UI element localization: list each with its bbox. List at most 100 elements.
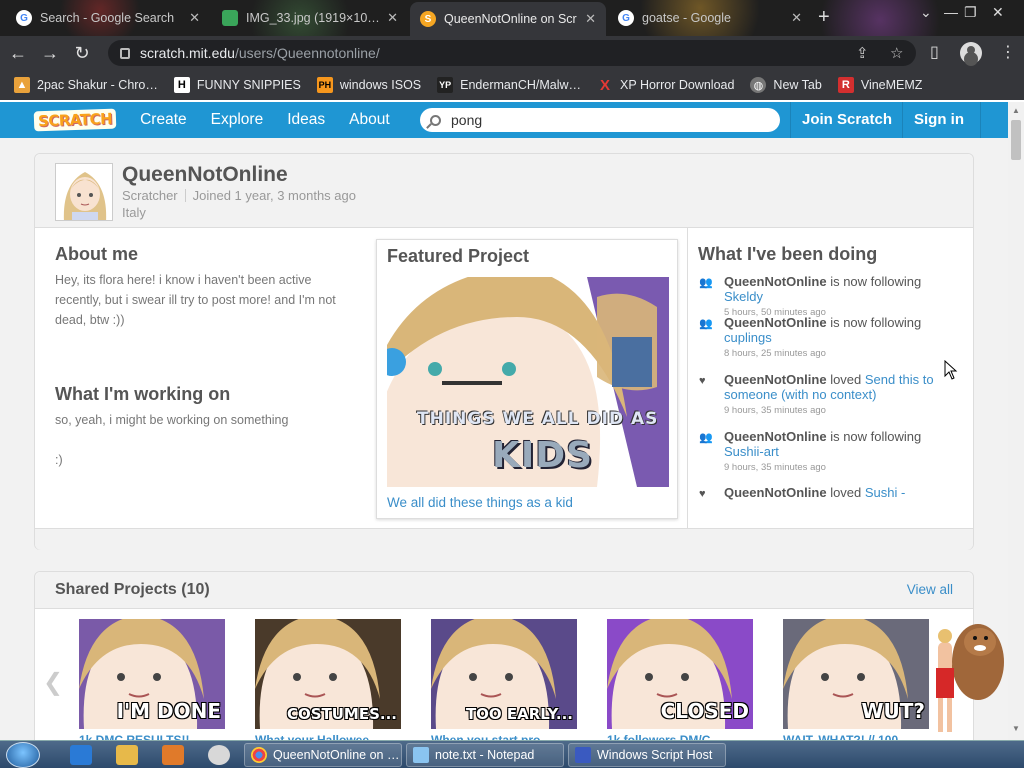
taskbar-task-chrome[interactable]: QueenNotOnline on …: [244, 743, 402, 767]
scroll-up-icon[interactable]: ▲: [1012, 106, 1020, 115]
activity-action: loved: [830, 372, 862, 387]
user-avatar[interactable]: [55, 163, 113, 221]
chevron-down-icon[interactable]: ⌄: [920, 4, 932, 21]
heart-icon: ♥: [699, 488, 706, 500]
reload-icon[interactable]: ↻: [68, 43, 96, 64]
join-scratch-link[interactable]: Join Scratch: [802, 111, 892, 128]
page-scrollbar[interactable]: ▲ ▼: [1008, 102, 1024, 740]
task-label: Windows Script Host: [597, 748, 713, 762]
profile-avatar-icon[interactable]: [960, 42, 982, 64]
search-icon: [430, 114, 441, 126]
bookmark-item[interactable]: H FUNNY SNIPPIES: [173, 77, 301, 93]
profile-header: QueenNotOnline Scratcher Joined 1 year, 3…: [35, 154, 973, 228]
ph-logo-icon: PH: [316, 77, 333, 93]
search-box[interactable]: [420, 108, 780, 132]
close-icon[interactable]: ✕: [783, 10, 802, 26]
start-button[interactable]: [6, 742, 40, 768]
shared-projects-card: Shared Projects (10) View all ❮ I'M DONE…: [34, 571, 974, 742]
nav-ideas[interactable]: Ideas: [287, 111, 325, 129]
menu-dots-icon[interactable]: ⋮: [1000, 42, 1016, 62]
bookmark-item[interactable]: X XP Horror Download: [597, 76, 734, 94]
project-thumbnail[interactable]: I'M DONE: [79, 619, 225, 729]
x-logo-icon: X: [600, 76, 611, 94]
project-thumbnail[interactable]: TOO EARLY...: [431, 619, 577, 729]
activity-target-link[interactable]: Skeldy: [724, 289, 763, 304]
chrome-pinned-icon[interactable]: [208, 745, 230, 765]
close-window-button[interactable]: ✕: [992, 4, 1004, 21]
browser-tab-google-2[interactable]: G goatse - Google ✕: [608, 2, 812, 34]
thumbnail-caption-2: KIDS: [492, 435, 594, 476]
back-arrow-icon[interactable]: ←: [4, 43, 32, 64]
h-logo-icon: H: [173, 77, 190, 93]
browser-toolbar: ← → ↻ scratch.mit.edu/users/Queennotonli…: [0, 36, 1024, 70]
close-icon[interactable]: ✕: [577, 11, 596, 27]
forward-arrow-icon[interactable]: →: [36, 43, 64, 64]
bookmark-item[interactable]: ◍ New Tab: [750, 77, 822, 93]
minimize-button[interactable]: —: [944, 4, 958, 20]
media-player-icon[interactable]: [162, 745, 184, 765]
carousel-prev-icon[interactable]: ❮: [43, 668, 63, 697]
activity-user[interactable]: QueenNotOnline: [724, 485, 827, 500]
google-icon: G: [16, 10, 32, 26]
bookmark-label: EndermanCH/Malw…: [460, 78, 582, 92]
share-icon[interactable]: ⇪: [856, 44, 869, 62]
activity-panel: What I've been doing 👥 QueenNotOnline is…: [687, 228, 973, 528]
mouse-cursor-icon: [944, 360, 958, 380]
search-input[interactable]: [451, 112, 751, 128]
bookmark-label: FUNNY SNIPPIES: [196, 78, 301, 92]
side-panel-icon[interactable]: ▯: [930, 42, 939, 62]
ie-icon[interactable]: [70, 745, 92, 765]
activity-user[interactable]: QueenNotOnline: [724, 274, 827, 289]
activity-target-link[interactable]: Sushi -: [865, 485, 905, 500]
bookmark-star-icon[interactable]: ☆: [890, 44, 903, 62]
activity-target-link[interactable]: Sushii-art: [724, 444, 779, 459]
activity-target-link[interactable]: cuplings: [724, 330, 772, 345]
new-tab-button[interactable]: +: [818, 6, 830, 29]
activity-action: is now following: [830, 315, 922, 330]
bookmark-item[interactable]: PH windows ISOS: [316, 77, 421, 93]
scratch-logo[interactable]: SCRATCH: [33, 108, 117, 132]
featured-project-thumbnail[interactable]: THINGS WE ALL DID AS KIDS: [387, 277, 669, 487]
nav-about[interactable]: About: [349, 111, 390, 129]
activity-action: loved: [830, 485, 862, 500]
featured-project-title-link[interactable]: We all did these things as a kid: [387, 495, 573, 510]
activity-user[interactable]: QueenNotOnline: [724, 315, 827, 330]
lock-icon[interactable]: [120, 47, 130, 59]
desktop-buddy-character[interactable]: [920, 612, 1010, 740]
project-thumbnail[interactable]: COSTUMES...: [255, 619, 401, 729]
featured-heading: Featured Project: [387, 246, 530, 266]
explorer-folder-icon[interactable]: [116, 745, 138, 765]
nav-explore[interactable]: Explore: [211, 111, 264, 129]
browser-tab-image[interactable]: IMG_33.jpg (1919×10… ✕: [212, 2, 408, 34]
image-icon: [222, 10, 238, 26]
activity-user[interactable]: QueenNotOnline: [724, 429, 827, 444]
taskbar-task-notepad[interactable]: note.txt - Notepad: [406, 743, 564, 767]
bookmark-item[interactable]: ▲ 2pac Shakur - Chro…: [14, 77, 158, 93]
sign-in-link[interactable]: Sign in: [914, 111, 964, 128]
bookmark-item[interactable]: R VineMEMZ: [837, 77, 922, 93]
activity-user[interactable]: QueenNotOnline: [724, 372, 827, 387]
project-thumbnail-caption: I'M DONE: [116, 699, 221, 723]
scroll-down-icon[interactable]: ▼: [1012, 724, 1020, 733]
bookmark-item[interactable]: YP EndermanCH/Malw…: [437, 77, 581, 93]
close-icon[interactable]: ✕: [379, 10, 398, 26]
task-label: note.txt - Notepad: [435, 748, 535, 762]
notepad-icon: [413, 747, 429, 763]
project-thumbnail[interactable]: CLOSED: [607, 619, 753, 729]
browser-tab-scratch[interactable]: S QueenNotOnline on Scra ✕: [410, 2, 606, 36]
address-bar[interactable]: scratch.mit.edu/users/Queennotonline/ ⇪ …: [108, 40, 916, 66]
url-text: scratch.mit.edu/users/Queennotonline/: [140, 45, 380, 61]
activity-item: ♥ QueenNotOnline loved Sushi -: [699, 485, 962, 500]
scrollbar-thumb[interactable]: [1011, 120, 1021, 160]
shared-projects-heading: Shared Projects (10): [55, 581, 210, 598]
close-icon[interactable]: ✕: [181, 10, 200, 26]
taskbar-task-script-host[interactable]: Windows Script Host: [568, 743, 726, 767]
project-thumbnail[interactable]: WUT?: [783, 619, 929, 729]
profile-meta: Scratcher Joined 1 year, 3 months ago: [122, 188, 356, 203]
people-icon: 👥: [699, 277, 713, 289]
browser-tab-google-search[interactable]: G Search - Google Search ✕: [6, 2, 210, 34]
view-all-link[interactable]: View all: [907, 582, 953, 597]
nav-create[interactable]: Create: [140, 111, 187, 129]
project-thumbnail-caption: WUT?: [861, 699, 925, 723]
maximize-button[interactable]: ❐: [964, 4, 977, 21]
